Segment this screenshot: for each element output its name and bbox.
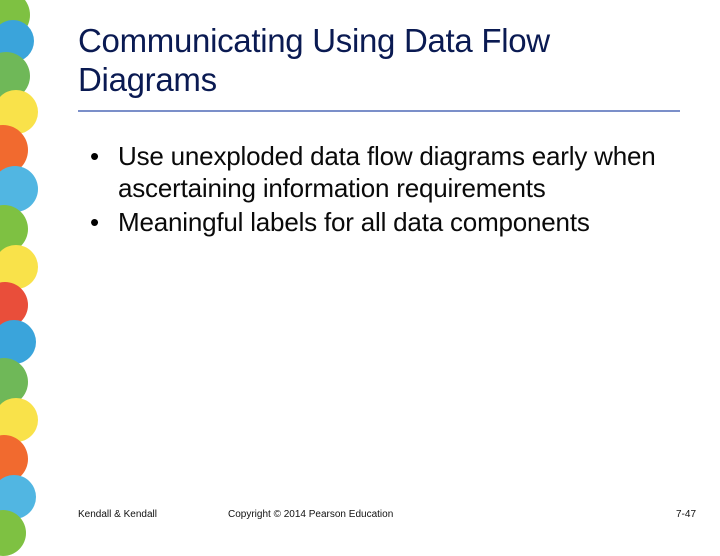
slide-footer: Kendall & Kendall Copyright © 2014 Pears… xyxy=(78,509,696,520)
footer-author: Kendall & Kendall xyxy=(78,509,228,520)
slide-content: Communicating Using Data Flow Diagrams U… xyxy=(78,22,680,241)
bullet-list: Use unexploded data flow diagrams early … xyxy=(78,140,680,239)
footer-page-number: 7-47 xyxy=(676,509,696,520)
bullet-item: Use unexploded data flow diagrams early … xyxy=(90,140,680,204)
sidebar-decoration xyxy=(0,0,36,540)
footer-copyright: Copyright © 2014 Pearson Education xyxy=(228,509,393,520)
bullet-item: Meaningful labels for all data component… xyxy=(90,206,680,238)
slide-title: Communicating Using Data Flow Diagrams xyxy=(78,22,680,112)
